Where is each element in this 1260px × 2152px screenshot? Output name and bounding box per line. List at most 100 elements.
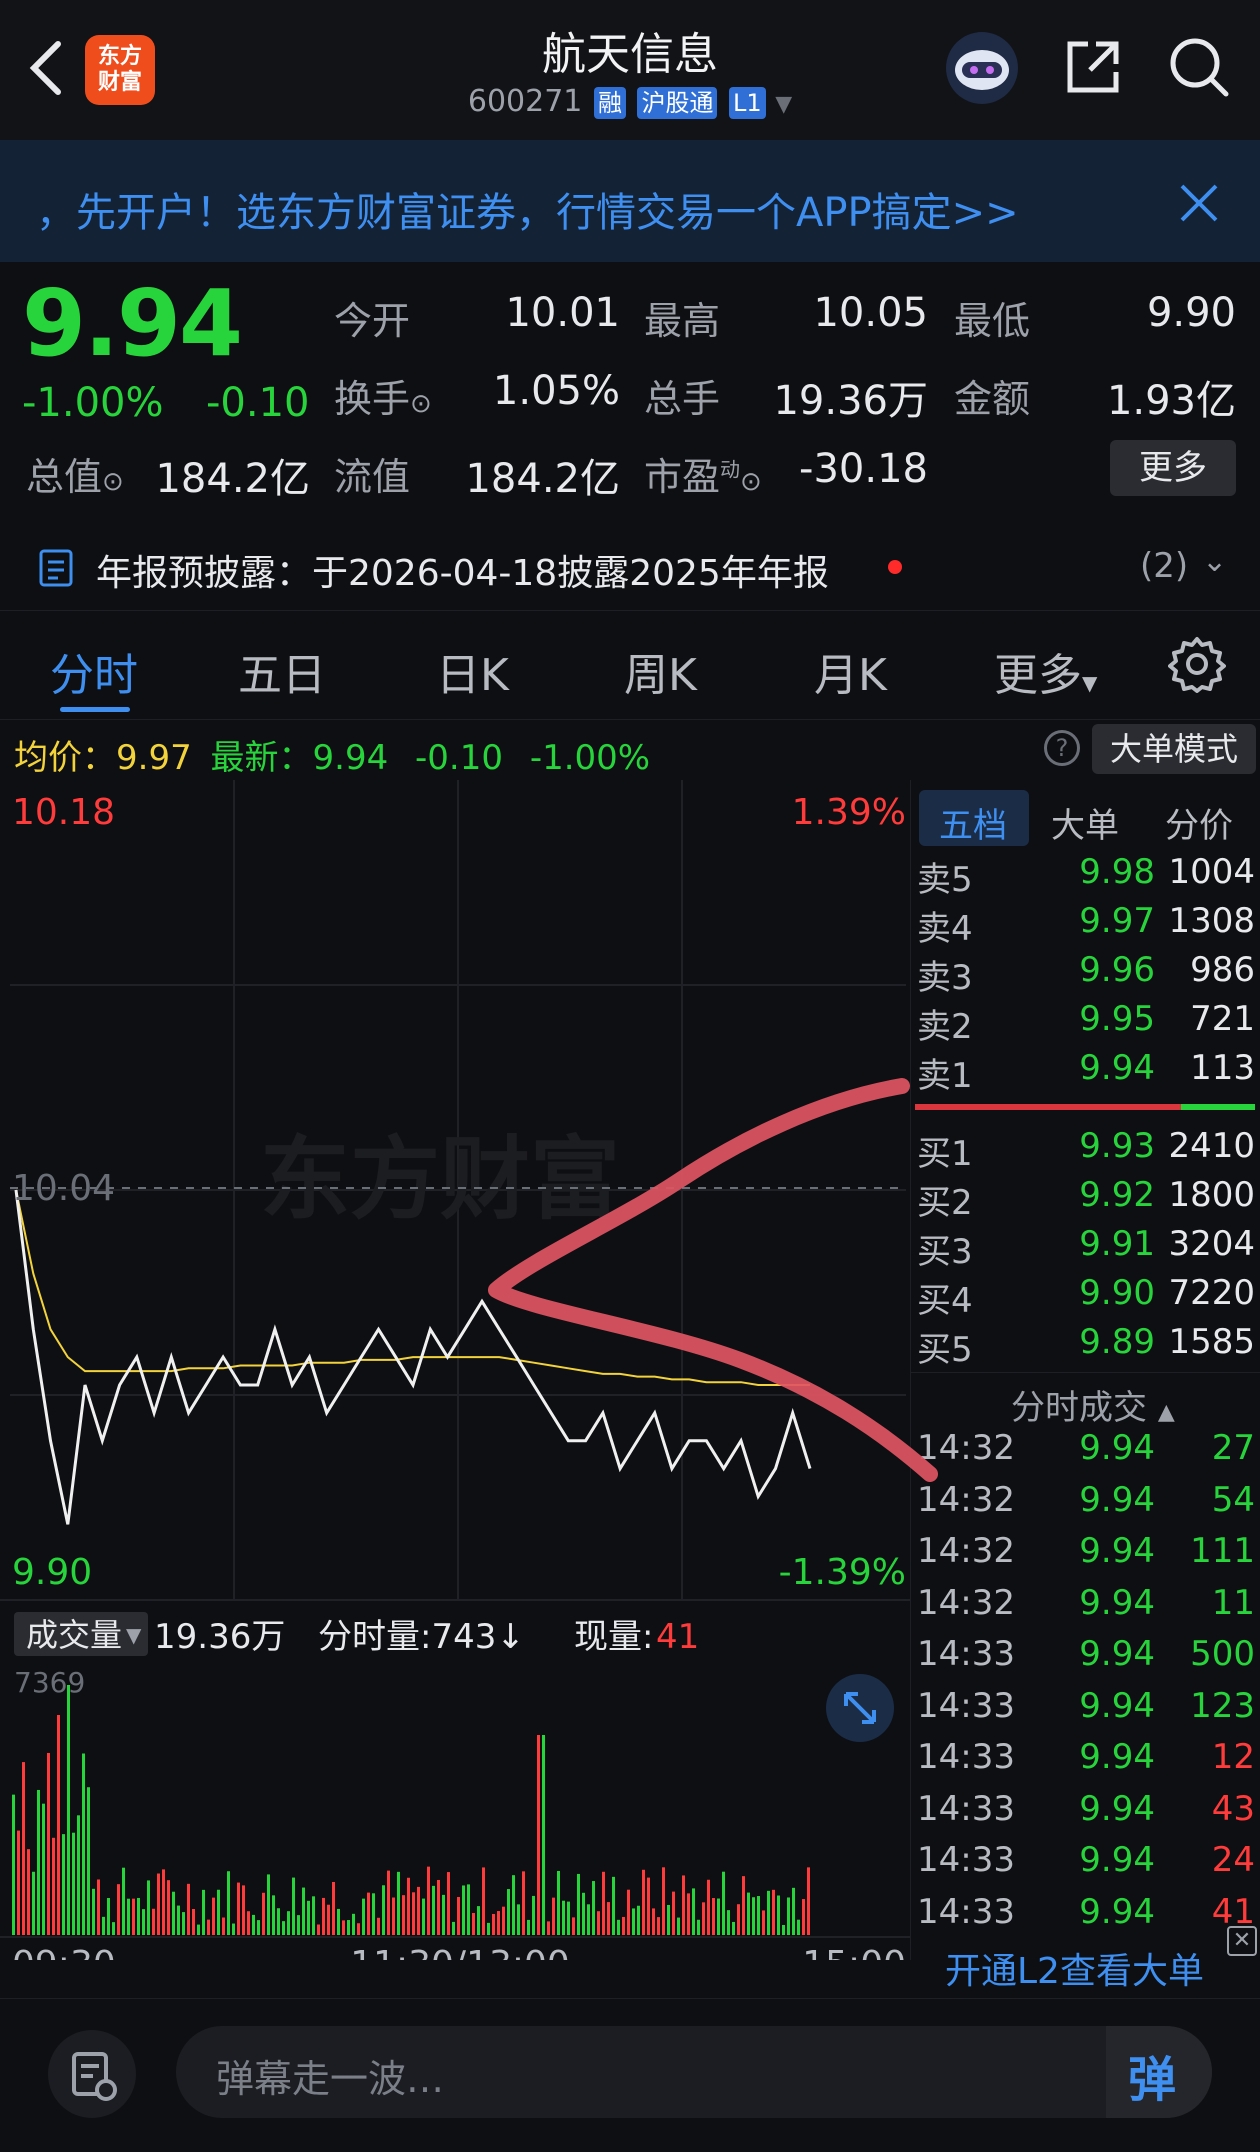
volume-bar [417,1886,420,1935]
volume-bar [802,1899,805,1935]
back-icon[interactable] [18,32,78,104]
stock-subline[interactable]: 600271 融 沪股通 L1 ▼ [430,84,830,119]
volume-bar [662,1867,665,1935]
axis-prev-close: 10.04 [12,1168,115,1209]
close-icon[interactable] [1176,180,1222,226]
volume-axis-max: 7369 [14,1666,85,1699]
volume-total: 19.36万 [154,1617,285,1657]
volume-value: 19.36万 [773,378,928,424]
trade-volume: 12 [1211,1737,1255,1777]
volume-bar [507,1889,510,1935]
volume-bar [652,1908,655,1935]
volume-bar [352,1913,355,1935]
mktcap-label[interactable]: 总值⊙ [26,446,124,501]
trade-time: 14:33 [917,1685,1015,1726]
volume-bar [392,1897,395,1935]
danmu-input[interactable]: 弹幕走一波… 弹 [176,2026,1212,2118]
promo-banner[interactable]: ，先开户！选东方财富证券，行情交易一个APP搞定>> [0,140,1260,262]
tab-intraday[interactable]: 分时 [50,639,138,703]
high-label: 最高 [644,299,721,343]
price-strip: 均价：9.97 最新：9.94 -0.10 -1.00% ? [0,720,1260,780]
annual-report-notice[interactable]: 年报预披露：于2026-04-18披露2025年年报 (2) ⌄ [0,530,1260,600]
volume-bar [12,1794,15,1935]
axis-pct-low: -1.39% [779,1552,906,1593]
trade-time: 14:33 [917,1788,1015,1829]
volume-bar [807,1867,810,1935]
ask-row: 卖1 9.94 113 [917,1048,1255,1096]
l2-upgrade-link[interactable]: 开通L2查看大单 [945,1942,1204,1994]
trade-volume: 11 [1211,1582,1255,1623]
trade-price: 9.94 [1079,1582,1155,1623]
volume-bar [97,1879,100,1935]
danmu-settings-icon[interactable] [46,2028,138,2120]
volume-bar [337,1908,340,1935]
trades-title[interactable]: 分时成交 ▲ [1011,1380,1175,1429]
share-icon[interactable] [1060,34,1126,100]
pe-label[interactable]: 市盈动⊙ [644,446,762,501]
volume-bar [237,1882,240,1935]
danmu-send-label: 弹 [1128,2052,1177,2108]
chevron-down-icon[interactable]: ⌄ [1202,544,1227,579]
tab-monthly-k[interactable]: 月K [814,639,887,703]
danmu-placeholder: 弹幕走一波… [216,2057,445,2101]
trade-time: 14:32 [917,1582,1015,1623]
volume-bar [762,1910,765,1935]
tab-five-day[interactable]: 五日 [238,639,326,703]
volume-bar [532,1895,535,1935]
turnover-label[interactable]: 换手⊙ [334,368,432,423]
big-order-mode-button[interactable]: 大单模式 [1092,724,1256,774]
search-icon[interactable] [1166,34,1232,100]
robot-avatar-icon[interactable] [944,30,1020,106]
volume-bar [277,1908,280,1935]
time-mid: 11:30/13:00 [350,1944,570,1960]
volume-bar [142,1909,145,1935]
volume-bar [792,1887,795,1935]
more-button[interactable]: 更多 [1110,440,1236,496]
volume-bar [292,1877,295,1935]
mktcap-value: 184.2亿 [155,456,310,502]
volume-bar [342,1920,345,1935]
ob-tab-big-orders[interactable]: 大单 [1051,798,1119,847]
document-icon [39,549,73,587]
volume-bar [747,1892,750,1935]
ob-tab-price-dist[interactable]: 分价 [1165,798,1233,847]
volume-bar [212,1897,215,1935]
amount-value: 1.93亿 [1106,378,1236,424]
trade-volume: 27 [1211,1428,1255,1468]
turnover-value: 1.05% [492,368,620,414]
trade-row: 14:32 9.94 54 [911,1480,1260,1530]
volume-bar [647,1877,650,1935]
chart-watermark: 东方财富 [260,1130,620,1230]
tab-daily-k[interactable]: 日K [436,639,509,703]
volume-bar [597,1911,600,1935]
info-icon: ⊙ [410,389,432,419]
danmu-send-button[interactable]: 弹 [1106,2026,1212,2118]
annual-report-text: 年报预披露：于2026-04-18披露2025年年报 [96,553,829,594]
ask-bid-ratio-green [1181,1104,1255,1110]
volume-bar [552,1897,555,1935]
volume-bar [302,1887,305,1935]
high-value: 10.05 [813,290,928,336]
pe-dynamic-sup: 动 [720,457,741,482]
volume-bar [477,1906,480,1935]
trade-price: 9.94 [1079,1685,1155,1726]
help-icon[interactable]: ? [1044,730,1080,766]
ob-tab-five-levels[interactable]: 五档 [939,798,1007,847]
tab-more[interactable]: 更多▼ [994,639,1097,703]
amount-label: 金额 [954,377,1031,421]
volume-bar [232,1923,235,1935]
current-volume-value: 41 [656,1617,699,1657]
volume-bar [52,1837,55,1935]
intraday-chart[interactable]: 东方财富 10.18 1.39% 10.04 9.90 -1.39% 成交量 ▼… [0,780,910,1985]
tab-weekly-k[interactable]: 周K [624,639,697,703]
volume-bar [177,1905,180,1935]
trade-time: 14:33 [917,1891,1015,1932]
stock-code: 600271 [467,84,583,119]
trade-volume: 24 [1211,1840,1255,1880]
volume-bar [462,1885,465,1935]
price-strip-text: 均价：9.97 最新：9.94 -0.10 -1.00% [14,730,650,779]
close-icon[interactable]: ✕ [1227,1926,1257,1956]
promo-banner-text[interactable]: ，先开户！选东方财富证券，行情交易一个APP搞定>> [36,180,1019,238]
volume-bar [332,1881,335,1935]
settings-gear-icon[interactable] [1168,635,1226,693]
